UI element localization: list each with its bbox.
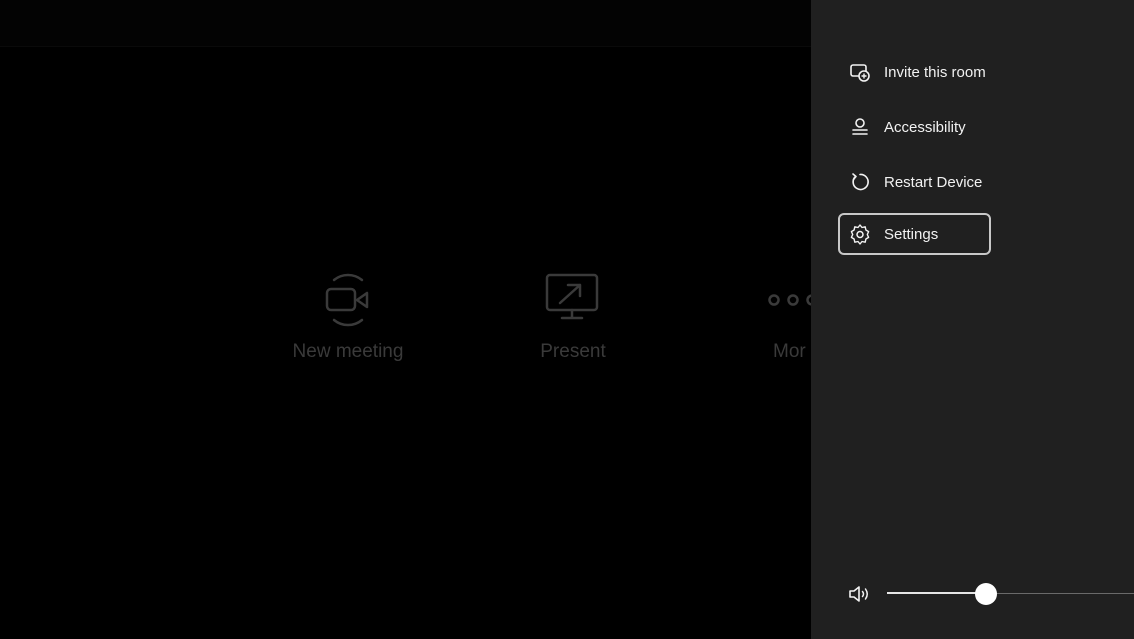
restart-device-label: Restart Device xyxy=(884,173,983,191)
volume-thumb[interactable] xyxy=(975,583,998,605)
speaker-icon[interactable] xyxy=(847,583,873,605)
accessibility-button[interactable]: Accessibility xyxy=(838,106,991,148)
present-screen-icon xyxy=(545,273,599,320)
meeting-home-screen: New meeting Present Mor xyxy=(0,0,811,639)
more-label: Mor xyxy=(773,341,806,362)
side-panel: Invite this room Accessibility Restart D… xyxy=(811,0,1134,639)
more-dots-icon xyxy=(768,294,811,306)
restart-icon xyxy=(849,171,871,193)
invite-room-icon xyxy=(849,61,871,83)
top-bar xyxy=(0,0,811,47)
volume-fill xyxy=(887,592,987,594)
settings-button[interactable]: Settings xyxy=(838,213,991,255)
present-button[interactable]: Present xyxy=(493,265,653,363)
volume-slider[interactable] xyxy=(887,576,1134,612)
new-meeting-button[interactable]: New meeting xyxy=(268,265,428,363)
new-meeting-label: New meeting xyxy=(292,341,404,362)
restart-device-button[interactable]: Restart Device xyxy=(838,161,991,203)
gear-icon xyxy=(849,223,871,245)
volume-control xyxy=(847,576,1134,612)
more-button[interactable]: Mor xyxy=(710,265,811,363)
settings-label: Settings xyxy=(884,225,939,243)
accessibility-label: Accessibility xyxy=(884,118,966,136)
video-camera-icon xyxy=(325,273,369,327)
accessibility-icon xyxy=(849,116,871,138)
invite-this-room-label: Invite this room xyxy=(884,63,986,81)
present-label: Present xyxy=(540,341,606,362)
invite-this-room-button[interactable]: Invite this room xyxy=(838,51,991,93)
